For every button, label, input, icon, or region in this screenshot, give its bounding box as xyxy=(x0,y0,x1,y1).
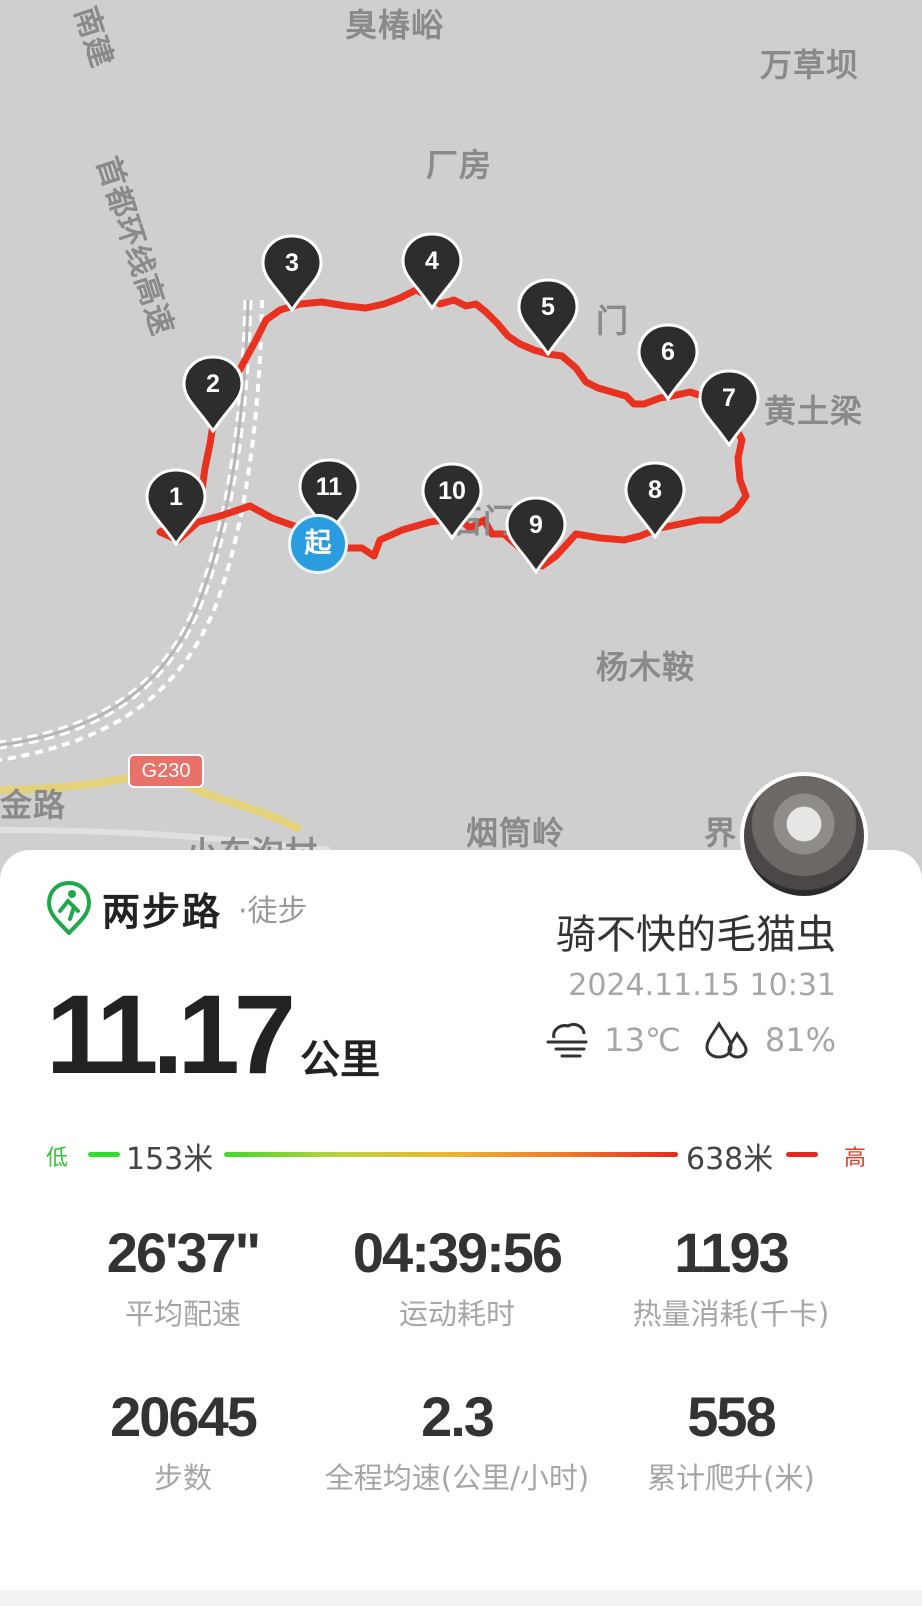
stat-avg-speed: 2.3 全程均速(公里/小时) xyxy=(320,1384,594,1497)
user-name: 骑不快的毛猫虫 xyxy=(556,912,836,958)
waypoint-pin[interactable]: 10 xyxy=(420,462,484,540)
elevation-high-dash xyxy=(786,1152,818,1157)
place-label: 烟筒岭 xyxy=(466,814,566,852)
waypoint-pin[interactable]: 3 xyxy=(260,234,324,312)
waypoint-pin[interactable]: 2 xyxy=(181,355,245,433)
distance-unit: 公里 xyxy=(300,1037,381,1083)
stat-label: 全程均速(公里/小时) xyxy=(324,1461,590,1495)
elevation-bar: 低 153米 638米 高 xyxy=(46,1132,866,1177)
elevation-min: 153米 xyxy=(126,1142,214,1177)
elevation-low-dash xyxy=(88,1152,120,1157)
place-label: 厂房 xyxy=(426,146,493,184)
brand: 两步路 ·徒步 xyxy=(46,880,308,936)
stat-avg-pace: 26'37" 平均配速 xyxy=(46,1220,320,1333)
weather: 13℃ 81% xyxy=(544,1020,836,1060)
activity-datetime: 2024.11.15 10:31 xyxy=(568,968,836,1003)
elevation-max: 638米 xyxy=(686,1142,774,1177)
water-drops-icon xyxy=(705,1021,748,1059)
stat-value: 26'37" xyxy=(106,1221,261,1284)
stat-value: 1193 xyxy=(674,1221,790,1284)
map-roads xyxy=(0,286,750,853)
route-map[interactable]: 臭椿峪 万草坝 厂房 首都环线高速 门 黄土梁 杨木鞍 金路 烟筒岭 界 小东沟… xyxy=(0,0,922,880)
place-label: 门 xyxy=(596,302,630,340)
summary-card: 两步路 ·徒步 骑不快的毛猫虫 2024.11.15 10:31 11.17 公… xyxy=(0,850,922,1590)
road-badge-g230: G230 xyxy=(128,754,204,788)
waypoint-pin[interactable]: 7 xyxy=(697,369,761,447)
stat-label: 运动耗时 xyxy=(398,1297,515,1331)
waypoint-pin[interactable]: 5 xyxy=(516,278,580,356)
cloud-wind-icon xyxy=(546,1022,588,1058)
avatar[interactable] xyxy=(740,772,868,900)
waypoint-pin[interactable]: 8 xyxy=(623,461,687,539)
elevation-gradient xyxy=(224,1152,678,1157)
place-label: 万草坝 xyxy=(760,46,860,84)
waypoint-pin[interactable]: 6 xyxy=(636,323,700,401)
stat-value: 2.3 xyxy=(421,1385,495,1448)
distance-value: 11.17 xyxy=(46,972,296,1097)
temperature: 13℃ xyxy=(604,1021,681,1059)
stat-duration: 04:39:56 运动耗时 xyxy=(320,1220,594,1333)
place-label: 黄土梁 xyxy=(764,392,864,430)
place-label: 杨木鞍 xyxy=(596,648,696,686)
humidity: 81% xyxy=(764,1021,836,1059)
waypoint-pin[interactable]: 1 xyxy=(144,468,208,546)
stat-value: 558 xyxy=(687,1385,776,1448)
elevation-low-label: 低 xyxy=(46,1146,69,1171)
place-label: 金路 xyxy=(0,786,67,824)
elevation-high-label: 高 xyxy=(843,1146,866,1171)
stat-label: 步数 xyxy=(153,1461,212,1495)
stat-steps: 20645 步数 xyxy=(46,1384,320,1497)
stat-label: 热量消耗(千卡) xyxy=(632,1297,830,1331)
stat-label: 平均配速 xyxy=(124,1297,241,1331)
brand-name: 两步路 xyxy=(102,889,223,934)
activity-type: ·徒步 xyxy=(238,894,308,929)
stat-label: 累计爬升(米) xyxy=(647,1461,815,1495)
stat-calories: 1193 热量消耗(千卡) xyxy=(594,1220,868,1333)
place-label: 臭椿峪 xyxy=(345,6,445,44)
start-marker[interactable]: 起 xyxy=(288,514,348,574)
brand-logo-icon xyxy=(46,881,92,935)
stat-value: 20645 xyxy=(110,1385,258,1448)
stat-total-ascent: 558 累计爬升(米) xyxy=(594,1384,868,1497)
waypoint-pin[interactable]: 4 xyxy=(400,232,464,310)
distance: 11.17 公里 xyxy=(46,970,380,1099)
waypoint-pin[interactable]: 9 xyxy=(504,496,568,574)
place-label: 界 xyxy=(704,814,738,852)
stat-value: 04:39:56 xyxy=(352,1221,563,1284)
